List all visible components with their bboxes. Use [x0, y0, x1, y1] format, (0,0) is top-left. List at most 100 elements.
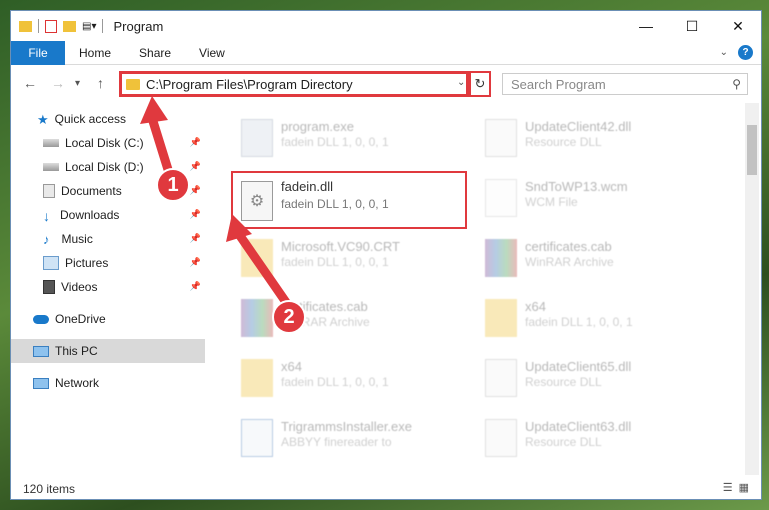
folder-icon — [19, 20, 32, 32]
pin-icon: 📌 — [189, 209, 201, 219]
drive-icon — [43, 139, 59, 147]
file-name: UpdateClient65.dll — [525, 359, 632, 374]
file-item[interactable]: program.exe fadein DLL 1, 0, 0, 1 — [231, 111, 471, 167]
large-icons-view-icon[interactable]: ▦ — [739, 481, 749, 494]
folder-icon — [485, 299, 517, 337]
ribbon-right: ⌄ ? — [720, 45, 753, 60]
sidebar-item-pictures[interactable]: Pictures 📌 — [11, 251, 205, 275]
file-item[interactable]: Microsoft.VC90.CRT fadein DLL 1, 0, 0, 1 — [231, 231, 471, 287]
step-2-badge: 2 — [272, 300, 306, 334]
folder-icon — [241, 359, 273, 397]
drive-icon — [43, 163, 59, 171]
file-name: UpdateClient63.dll — [525, 419, 632, 434]
search-input[interactable]: Search Program ⚲ — [502, 73, 748, 95]
archive-icon — [241, 299, 273, 337]
tab-share[interactable]: Share — [125, 41, 185, 65]
highlighted-file-item[interactable]: ⚙ fadein.dll fadein DLL 1, 0, 0, 1 — [231, 171, 467, 229]
view-switcher: ☰ ▦ — [723, 481, 749, 494]
file-description: fadein DLL 1, 0, 0, 1 — [281, 255, 389, 269]
sidebar-item-quick-access[interactable]: ★ Quick access — [11, 107, 205, 131]
dll-gear-file-icon: ⚙ — [241, 181, 273, 221]
network-icon — [33, 377, 49, 389]
search-placeholder: Search Program — [511, 76, 606, 92]
recent-locations-icon[interactable]: ▾ — [75, 78, 80, 89]
search-icon: ⚲ — [732, 77, 741, 91]
expand-ribbon-icon[interactable]: ⌄ — [720, 47, 728, 58]
file-list: program.exe fadein DLL 1, 0, 0, 1 Update… — [219, 103, 739, 475]
sidebar-item-local-disk-c[interactable]: Local Disk (C:) 📌 — [11, 131, 205, 155]
sidebar-item-onedrive[interactable]: OneDrive — [11, 307, 205, 331]
file-name: certificates.cab — [525, 239, 612, 254]
window-controls: — ☐ ✕ — [623, 11, 761, 41]
cloud-icon — [33, 314, 49, 324]
ribbon-tabs: File Home Share View ⌄ ? — [11, 40, 761, 65]
sidebar-item-videos[interactable]: Videos 📌 — [11, 275, 205, 299]
file-item[interactable]: UpdateClient42.dll Resource DLL — [475, 111, 715, 167]
back-icon[interactable]: ← — [23, 75, 37, 91]
folder-icon — [126, 78, 140, 90]
folder-icon — [241, 239, 273, 277]
file-item[interactable]: certificates.cab WinRAR Archive — [231, 291, 471, 347]
item-count: 120 items — [23, 482, 76, 496]
sidebar-item-label: Videos — [61, 280, 98, 294]
file-item[interactable]: UpdateClient65.dll Resource DLL — [475, 351, 715, 407]
download-icon: ↓ — [43, 208, 50, 224]
scrollbar-thumb[interactable] — [747, 125, 757, 175]
tab-view[interactable]: View — [185, 41, 239, 65]
address-bar[interactable]: C:\Program Files\Program Directory — [119, 71, 469, 97]
file-description: fadein DLL 1, 0, 0, 1 — [281, 135, 389, 149]
sidebar-item-downloads[interactable]: ↓ Downloads 📌 — [11, 203, 205, 227]
exe-file-icon — [241, 119, 273, 157]
file-name: TrigrammsInstaller.exe — [281, 419, 412, 434]
file-name: x64 — [281, 359, 302, 374]
file-description: Resource DLL — [525, 135, 602, 149]
help-icon[interactable]: ? — [738, 45, 753, 60]
file-description: WinRAR Archive — [525, 255, 614, 269]
chevron-down-icon[interactable]: ⌄ — [457, 77, 465, 88]
file-description: fadein DLL 1, 0, 0, 1 — [281, 197, 389, 211]
file-item[interactable]: certificates.cab WinRAR Archive — [475, 231, 715, 287]
sidebar-item-label: This PC — [55, 344, 98, 358]
file-item[interactable]: UpdateClient63.dll Resource DLL — [475, 411, 715, 467]
sidebar-item-label: Local Disk (C:) — [65, 136, 144, 150]
pin-icon: 📌 — [189, 233, 201, 243]
tab-file[interactable]: File — [11, 40, 65, 65]
wcm-file-icon — [485, 179, 517, 217]
sidebar-item-network[interactable]: Network — [11, 371, 205, 395]
new-folder-icon[interactable] — [63, 20, 76, 32]
file-item[interactable]: SndToWP13.wcm WCM File — [475, 171, 715, 227]
title-bar: ▤▾ Program — ☐ ✕ — [11, 11, 761, 41]
navigation-bar: ← → ▾ ↑ C:\Program Files\Program Directo… — [11, 67, 761, 101]
pictures-icon — [43, 256, 59, 270]
music-icon: ♪ — [43, 232, 50, 247]
file-description: Resource DLL — [525, 375, 602, 389]
address-path: C:\Program Files\Program Directory — [146, 76, 353, 92]
dll-file-icon — [485, 359, 517, 397]
forward-icon[interactable]: → — [51, 75, 65, 91]
sidebar-item-this-pc[interactable]: This PC — [11, 339, 205, 363]
explorer-window: ▤▾ Program — ☐ ✕ File Home Share View ⌄ … — [10, 10, 762, 500]
file-item[interactable]: TrigrammsInstaller.exe ABBYY finereader … — [231, 411, 471, 467]
star-icon: ★ — [37, 112, 49, 127]
window-title: Program — [113, 18, 164, 34]
vertical-scrollbar[interactable] — [745, 103, 759, 475]
minimize-button[interactable]: — — [623, 11, 669, 41]
properties-icon[interactable] — [45, 19, 57, 33]
file-description: ABBYY finereader to — [281, 435, 392, 449]
maximize-button[interactable]: ☐ — [669, 11, 715, 41]
tab-home[interactable]: Home — [65, 41, 125, 65]
refresh-button[interactable]: ↻ — [469, 71, 491, 97]
step-1-badge: 1 — [156, 168, 190, 202]
documents-icon — [43, 184, 55, 198]
sidebar-item-music[interactable]: ♪ Music 📌 — [11, 227, 205, 251]
up-icon[interactable]: ↑ — [97, 75, 104, 91]
file-name: x64 — [525, 299, 546, 314]
close-button[interactable]: ✕ — [715, 11, 761, 41]
file-item[interactable]: x64 fadein DLL 1, 0, 0, 1 — [231, 351, 471, 407]
dll-file-icon — [485, 419, 517, 457]
file-item[interactable]: x64 fadein DLL 1, 0, 0, 1 — [475, 291, 715, 347]
sidebar-item-label: Local Disk (D:) — [65, 160, 144, 174]
details-view-icon[interactable]: ☰ — [723, 481, 733, 494]
status-bar: 120 items — [11, 477, 761, 501]
customize-icon[interactable]: ▤▾ — [82, 21, 96, 32]
